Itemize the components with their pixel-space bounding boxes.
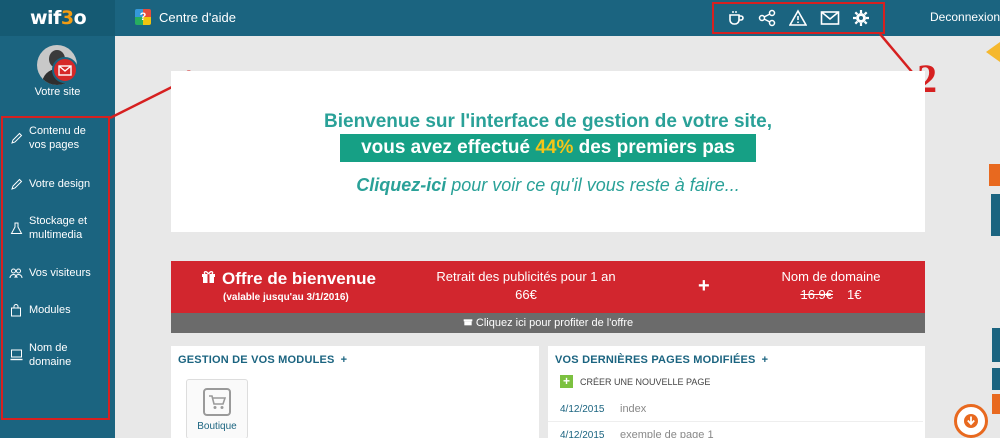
modules-panel-title: GESTION DE VOS MODULES + — [178, 354, 348, 366]
offer-title: Offre de bienvenue — [201, 269, 376, 289]
offer-domain: Nom de domaine 16.9€ 1€ — [761, 269, 901, 302]
offer-validity: (valable jusqu'au 3/1/2016) — [223, 292, 349, 303]
offer-title-text: Offre de bienvenue — [222, 269, 376, 288]
blue-fragment-2 — [992, 328, 1000, 362]
add-module-button[interactable]: + — [341, 354, 348, 366]
modules-panel: GESTION DE VOS MODULES + Boutique — [171, 346, 539, 438]
ads-price: 66€ — [515, 287, 537, 302]
welcome-panel: Bienvenue sur l'interface de gestion de … — [171, 71, 925, 232]
app-root: wif3o ? Centre d'aide Deconnexion Votre … — [0, 0, 1000, 438]
add-page-plus-button[interactable]: + — [762, 354, 769, 366]
remaining-steps-text: Cliquez-ici pour voir ce qu'il vous rest… — [171, 175, 925, 196]
welcome-title: Bienvenue sur l'interface de gestion de … — [324, 111, 772, 132]
ads-label: Retrait des publicités pour 1 an — [436, 269, 616, 284]
progress-suffix: des premiers pas — [573, 137, 735, 158]
remaining-steps-link[interactable]: Cliquez-ici — [356, 175, 446, 195]
orange-fragment-2 — [992, 394, 1000, 414]
page-row[interactable]: 4/12/2015 index — [548, 397, 923, 422]
page-name: index — [620, 403, 647, 415]
blue-fragment-1 — [991, 194, 1000, 236]
domain-new-price: 1€ — [847, 287, 862, 302]
domain-old-price: 16.9€ — [800, 287, 834, 302]
offer-ads-removal: Retrait des publicités pour 1 an 66€ — [421, 269, 631, 302]
progress-percent: 44% — [535, 137, 574, 158]
module-tile-label: Boutique — [197, 421, 237, 432]
page-row[interactable]: 4/12/2015 exemple de page 1 — [548, 423, 923, 438]
gift-icon — [201, 269, 216, 289]
orange-fragment — [989, 164, 1000, 186]
gift-small-icon — [463, 317, 473, 329]
green-plus-icon: + — [560, 375, 573, 388]
page-date: 4/12/2015 — [560, 404, 605, 415]
welcome-offer-banner[interactable]: Offre de bienvenue (valable jusqu'au 3/1… — [171, 261, 925, 313]
page-name: exemple de page 1 — [620, 429, 714, 438]
create-page-button[interactable]: + CRÉER UNE NOUVELLE PAGE — [560, 375, 710, 388]
create-page-label: CRÉER UNE NOUVELLE PAGE — [580, 376, 711, 387]
page-date: 4/12/2015 — [560, 430, 605, 438]
progress-prefix: vous avez effectué — [361, 137, 536, 158]
offer-plus: + — [698, 275, 710, 297]
domain-prices: 16.9€ 1€ — [761, 287, 901, 302]
remaining-steps-rest: pour voir ce qu'il vous reste à faire... — [446, 175, 740, 195]
offer-cta-button[interactable]: Cliquez ici pour profiter de l'offre — [171, 313, 925, 333]
pages-panel-title: VOS DERNIÈRES PAGES MODIFIÉES + — [555, 354, 769, 366]
right-edge-decoration — [950, 36, 1000, 438]
orange-triangle — [986, 42, 1000, 62]
cart-icon — [203, 388, 231, 416]
module-tile-shop[interactable]: Boutique — [186, 379, 248, 438]
offer-cta-label: Cliquez ici pour profiter de l'offre — [475, 317, 634, 329]
domain-label: Nom de domaine — [781, 269, 881, 284]
blue-fragment-3 — [992, 368, 1000, 390]
scroll-down-icon[interactable] — [954, 404, 988, 438]
recent-pages-panel: VOS DERNIÈRES PAGES MODIFIÉES + + CRÉER U… — [548, 346, 925, 438]
progress-banner: vous avez effectué 44% des premiers pas — [340, 134, 756, 162]
